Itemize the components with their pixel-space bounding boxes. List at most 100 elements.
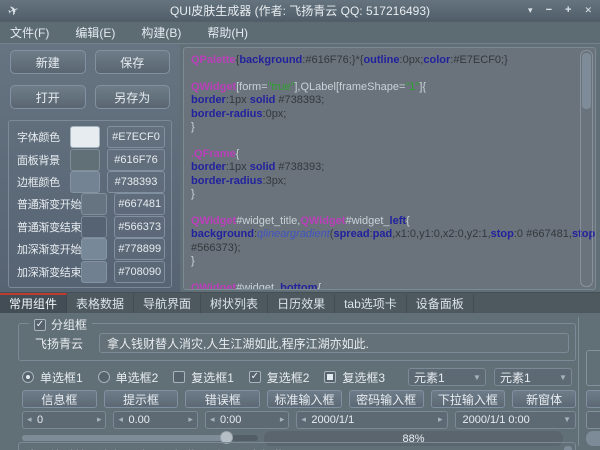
color-label: 普通渐变开始 <box>17 196 81 212</box>
spinbox-row: ◂ 0 ▸ ◂ 0.00 ▸ ◂ 0:00 ▸ ◂ 2000/1/1 ▸ 200… <box>22 411 576 429</box>
combobox-2-value: 元素1 <box>500 369 531 386</box>
info-box-button[interactable]: 信息框 <box>22 390 97 408</box>
password-input-button[interactable]: 密码输入框 <box>349 390 424 408</box>
new-window-button[interactable]: 新窗体 <box>512 390 576 408</box>
tab-calendar[interactable]: 日历效果 <box>268 293 335 313</box>
close-icon[interactable]: ✕ <box>584 6 592 15</box>
menu-file[interactable]: 文件(F) <box>10 24 49 41</box>
radio-1[interactable]: 单选框1 <box>22 369 83 386</box>
menu-help[interactable]: 帮助(H) <box>207 24 248 41</box>
checkbox-partial-icon <box>324 371 336 383</box>
color-hex-field[interactable]: #616F76 <box>107 149 165 171</box>
time-spinbox-value: 0:00 <box>220 414 241 426</box>
checkbox-unchecked-icon <box>173 371 185 383</box>
clipped-text-edit[interactable]: 拿人钱财替人消灾,人生江湖如此,程序江湖亦如此. <box>18 442 576 450</box>
motto-input[interactable]: 拿人钱财替人消灾,人生江湖如此,程序江湖亦如此. <box>99 333 569 353</box>
standard-input-button[interactable]: 标准输入框 <box>267 390 342 408</box>
dropdown-input-button[interactable]: 下拉输入框 <box>431 390 506 408</box>
clipped-widget <box>586 431 600 446</box>
radio-2[interactable]: 单选框2 <box>98 369 159 386</box>
double-spinbox[interactable]: ◂ 0.00 ▸ <box>113 411 197 429</box>
checkbox-2-label: 复选框2 <box>267 369 310 386</box>
radio-1-label: 单选框1 <box>40 369 83 386</box>
datetime-edit[interactable]: 2000/1/1 0:00 ▼ <box>455 411 577 429</box>
text-edit-scrollbar-handle[interactable] <box>564 446 572 450</box>
int-spinbox[interactable]: ◂ 0 ▸ <box>22 411 106 429</box>
combobox-2[interactable]: 元素1 ▼ <box>494 368 572 386</box>
code-scrollbar[interactable] <box>580 50 593 287</box>
menu-build[interactable]: 构建(B) <box>141 24 181 41</box>
menu-edit[interactable]: 编辑(E) <box>75 24 115 41</box>
spin-right-icon[interactable]: ▸ <box>438 414 443 425</box>
selection-controls-row: 单选框1 单选框2 复选框1 ✓ 复选框2 复选框3 <box>22 368 572 386</box>
new-button[interactable]: 新建 <box>10 50 86 74</box>
color-hex-field[interactable]: #708090 <box>114 261 165 283</box>
clipped-frame-border <box>578 317 579 446</box>
tab-common-widgets[interactable]: 常用组件 <box>0 293 67 313</box>
color-swatch[interactable] <box>70 126 100 148</box>
color-row-font: 字体颜色 #E7ECF0 <box>17 126 165 148</box>
checkbox-1[interactable]: 复选框1 <box>173 369 234 386</box>
dialog-buttons-row: 信息框 提示框 错误框 标准输入框 密码输入框 下拉输入框 新窗体 <box>22 390 576 408</box>
chevron-down-icon: ▼ <box>559 373 567 382</box>
spin-right-icon[interactable]: ▸ <box>188 414 193 425</box>
clipped-widget <box>586 411 600 429</box>
spin-left-icon[interactable]: ◂ <box>210 414 215 425</box>
spin-right-icon[interactable]: ▸ <box>97 414 102 425</box>
maximize-icon[interactable]: + <box>565 5 571 16</box>
color-swatch[interactable] <box>81 216 107 238</box>
spin-left-icon[interactable]: ◂ <box>301 414 306 425</box>
color-swatch[interactable] <box>70 171 100 193</box>
combobox-1[interactable]: 元素1 ▼ <box>408 368 486 386</box>
radio-2-label: 单选框2 <box>116 369 159 386</box>
groupbox-title: 分组框 <box>51 316 87 333</box>
color-swatch[interactable] <box>81 193 107 215</box>
double-spinbox-value: 0.00 <box>128 414 149 426</box>
spin-left-icon[interactable]: ◂ <box>27 414 32 425</box>
color-row-dark-gradient-start: 加深渐变开始 #778899 <box>17 238 165 260</box>
color-hex-field[interactable]: #566373 <box>114 216 165 238</box>
tab-table-data[interactable]: 表格数据 <box>67 293 134 313</box>
tip-box-button[interactable]: 提示框 <box>104 390 179 408</box>
checkbox-3[interactable]: 复选框3 <box>324 369 385 386</box>
color-swatch[interactable] <box>81 238 107 260</box>
color-label: 加深渐变结束 <box>17 264 81 280</box>
clipped-widget <box>586 390 600 408</box>
combobox-1-value: 元素1 <box>414 369 445 386</box>
spin-right-icon[interactable]: ▸ <box>280 414 285 425</box>
horizontal-slider[interactable] <box>22 435 258 441</box>
color-label: 边框颜色 <box>17 174 70 190</box>
color-hex-field[interactable]: #667481 <box>114 193 165 215</box>
color-hex-field[interactable]: #778899 <box>114 238 165 260</box>
color-row-gradient-start: 普通渐变开始 #667481 <box>17 193 165 215</box>
author-label: 飞扬青云 <box>35 335 99 352</box>
error-box-button[interactable]: 错误框 <box>185 390 260 408</box>
color-label: 字体颜色 <box>17 129 70 145</box>
tab-device-panel[interactable]: 设备面板 <box>407 293 474 313</box>
color-hex-field[interactable]: #E7ECF0 <box>107 126 165 148</box>
date-spinbox[interactable]: ◂ 2000/1/1 ▸ <box>296 411 447 429</box>
checkbox-2[interactable]: ✓ 复选框2 <box>249 369 310 386</box>
save-as-button[interactable]: 另存为 <box>95 85 171 109</box>
color-label: 普通渐变结束 <box>17 219 81 235</box>
color-hex-field[interactable]: #738393 <box>107 171 165 193</box>
datetime-value: 2000/1/1 0:00 <box>463 414 530 426</box>
tab-tree-list[interactable]: 树状列表 <box>201 293 268 313</box>
time-spinbox[interactable]: ◂ 0:00 ▸ <box>205 411 289 429</box>
title-bar: ✈ QUI皮肤生成器 (作者: 飞扬青云 QQ: 517216493) ▾ − … <box>0 0 600 22</box>
minimize-icon[interactable]: − <box>546 5 552 16</box>
groupbox-checkbox[interactable]: ✓ <box>34 319 46 331</box>
tab-navigation[interactable]: 导航界面 <box>134 293 201 313</box>
window-dropdown-icon[interactable]: ▾ <box>528 6 533 15</box>
code-scrollbar-handle[interactable] <box>582 53 591 109</box>
stylesheet-code-editor[interactable]: QPalette{background:#616F76;}*{outline:0… <box>183 47 596 290</box>
radio-checked-icon <box>22 371 34 383</box>
tab-tab-pages[interactable]: tab选项卡 <box>335 293 407 313</box>
spin-left-icon[interactable]: ◂ <box>118 414 123 425</box>
open-button[interactable]: 打开 <box>10 85 86 109</box>
color-row-gradient-end: 普通渐变结束 #566373 <box>17 216 165 238</box>
color-swatch[interactable] <box>70 149 100 171</box>
save-button[interactable]: 保存 <box>95 50 171 74</box>
color-swatch[interactable] <box>81 261 107 283</box>
date-spinbox-value: 2000/1/1 <box>311 414 354 426</box>
